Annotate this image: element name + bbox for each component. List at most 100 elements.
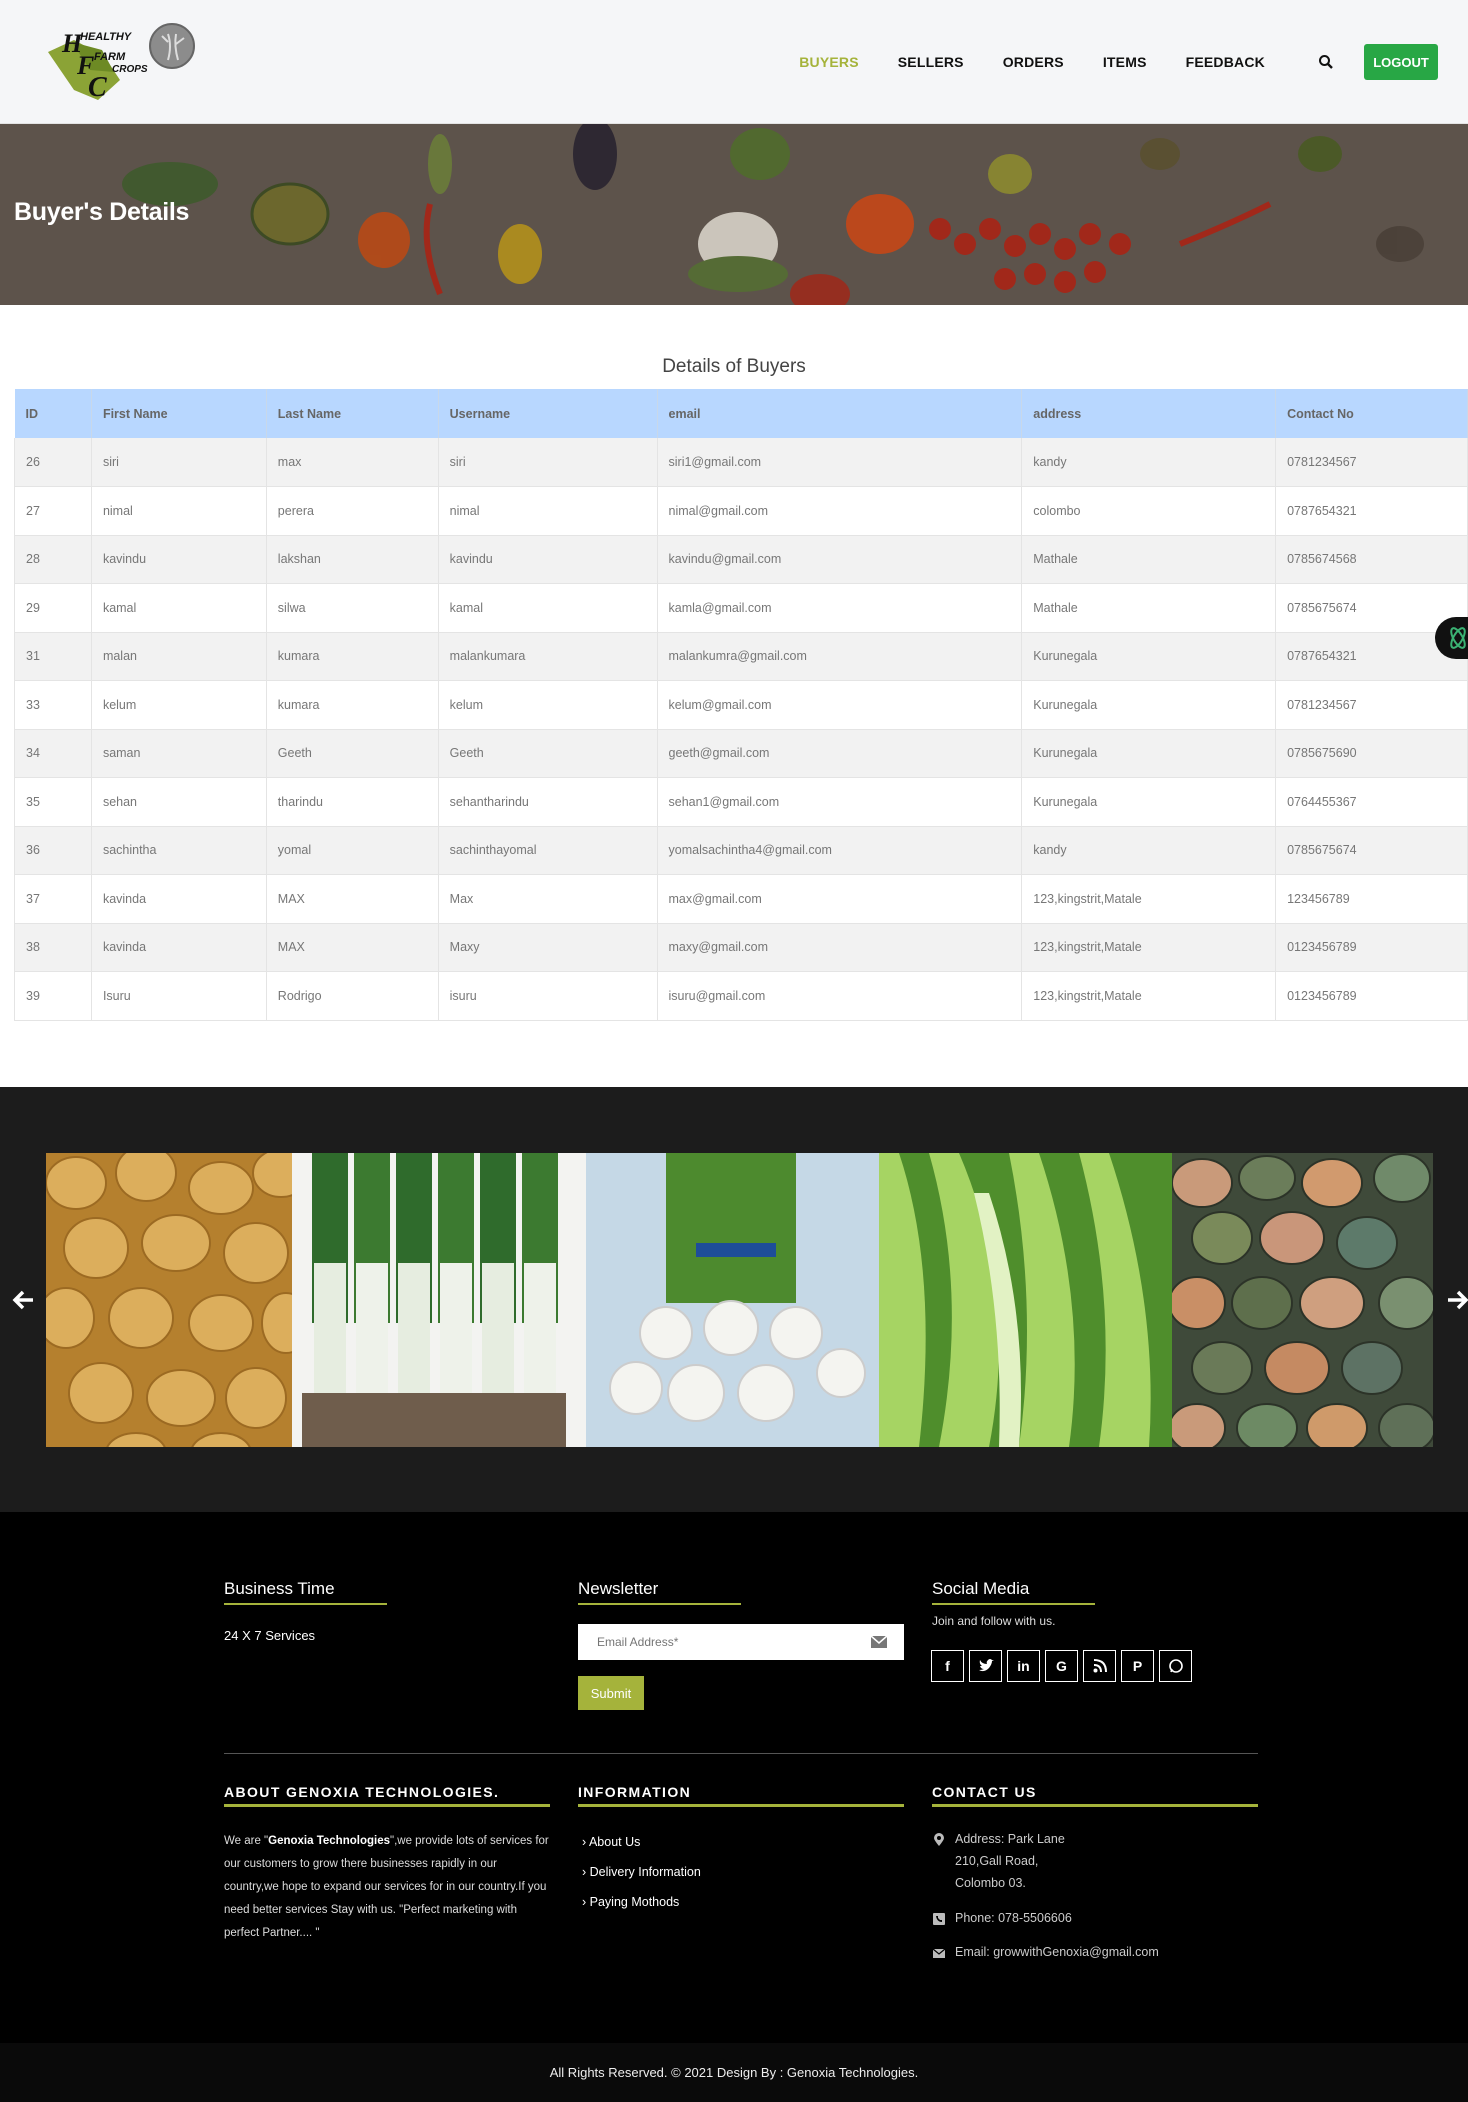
table-cell: kavinda (91, 923, 267, 972)
carousel-prev-arrow-icon[interactable] (11, 1288, 35, 1312)
table-cell: colombo (1021, 486, 1277, 536)
table-cell: kamal (438, 583, 658, 633)
social-media-heading: Social Media (932, 1579, 1030, 1598)
table-row: 39 Isuru Rodrigo isuru isuru@gmail.com 123,ki… (14, 971, 1468, 1021)
table-cell: Mathale (1021, 583, 1277, 633)
table-row: 27 nimal perera nimal nimal@gmail.com colombo… (14, 486, 1468, 536)
table-cell: kamal (91, 583, 267, 633)
nav-orders[interactable]: ORDERS (1003, 54, 1064, 70)
table-cell: 0781234567 (1275, 438, 1468, 487)
linkedin-icon[interactable]: in (1007, 1650, 1040, 1682)
table-cell: kandy (1021, 826, 1277, 875)
table-cell: 37 (14, 874, 92, 924)
slide-lettuce[interactable] (879, 1153, 1172, 1447)
contact-address: Address: Park Lane 210,Gall Road, Colomb… (955, 1832, 1065, 1890)
table-cell: kandy (1021, 438, 1277, 487)
table-cell: max@gmail.com (657, 874, 1023, 924)
heading-underline (224, 1603, 387, 1605)
table-cell: max (266, 438, 439, 487)
table-cell: siri (438, 438, 658, 487)
logout-button[interactable]: LOGOUT (1364, 44, 1438, 80)
slide-turnips[interactable] (586, 1153, 879, 1447)
nav-buyers[interactable]: BUYERS (799, 54, 859, 70)
link-paying-methods[interactable]: › Paying Mothods (582, 1895, 679, 1909)
table-cell: Isuru (91, 971, 267, 1021)
nav-sellers[interactable]: SELLERS (898, 54, 964, 70)
facebook-icon[interactable]: f (931, 1650, 964, 1682)
table-cell: lakshan (266, 535, 439, 584)
newsletter-heading: Newsletter (578, 1579, 659, 1598)
table-cell: 38 (14, 923, 92, 972)
slide-leeks[interactable] (292, 1153, 586, 1447)
table-row: 35 sehan tharindu sehantharindu sehan1@gmail… (14, 777, 1468, 827)
google-plus-icon[interactable]: G (1045, 1650, 1078, 1682)
table-cell: malankumara (438, 632, 658, 681)
rss-icon[interactable] (1083, 1650, 1116, 1682)
nav-items[interactable]: ITEMS (1103, 54, 1147, 70)
table-cell: Kurunegala (1021, 632, 1277, 681)
carousel-slides (46, 1153, 1436, 1447)
search-icon[interactable] (1318, 54, 1334, 70)
heading-underline (224, 1804, 550, 1807)
heading-underline (578, 1603, 741, 1605)
table-cell: 0785675690 (1275, 729, 1468, 778)
table-row: 38 kavinda MAX Maxy maxy@gmail.com 123,kingst… (14, 923, 1468, 972)
table-cell: Maxy (438, 923, 658, 972)
svg-text:FARM: FARM (94, 51, 126, 63)
table-cell: 0764455367 (1275, 777, 1468, 827)
table-cell: kavindu (91, 535, 267, 584)
table-cell: saman (91, 729, 267, 778)
carousel-next-arrow-icon[interactable] (1446, 1288, 1468, 1312)
social-media-text: Join and follow with us. (932, 1614, 1056, 1628)
heading-underline (578, 1804, 904, 1807)
business-time-text: 24 X 7 Services (224, 1628, 316, 1643)
column-header: email (657, 389, 1023, 438)
site-logo[interactable]: H F C HEALTHY FARM CROPS (44, 20, 200, 104)
table-row: 26 siri max siri siri1@gmail.com kandy 0781234… (14, 438, 1468, 487)
table-row: 37 kavinda MAX Max max@gmail.com 123,kingstri… (14, 874, 1468, 924)
link-delivery-information[interactable]: › Delivery Information (582, 1865, 701, 1879)
column-header: First Name (91, 389, 267, 438)
heading-underline (932, 1603, 1095, 1605)
table-cell: nimal (438, 486, 658, 536)
phone-icon (933, 1913, 945, 1925)
svg-text:C: C (88, 72, 107, 103)
table-cell: kamla@gmail.com (657, 583, 1023, 633)
slide-pumpkins[interactable] (1172, 1153, 1433, 1447)
table-cell: 29 (14, 583, 92, 633)
table-cell: 26 (14, 438, 92, 487)
whatsapp-icon[interactable] (1159, 1650, 1192, 1682)
table-cell: 35 (14, 777, 92, 827)
table-cell: 31 (14, 632, 92, 681)
table-cell: 123,kingstrit,Matale (1021, 971, 1277, 1021)
link-about-us[interactable]: › About Us (582, 1835, 640, 1849)
table-cell: 0123456789 (1275, 971, 1468, 1021)
nav-feedback[interactable]: FEEDBACK (1186, 54, 1265, 70)
main-nav: BUYERS SELLERS ORDERS ITEMS FEEDBACK LOG… (799, 42, 1468, 82)
svg-text:HEALTHY: HEALTHY (80, 31, 133, 43)
table-row: 28 kavindu lakshan kavindu kavindu@gmail.com… (14, 535, 1468, 584)
envelope-icon (932, 1948, 946, 1958)
table-cell: 27 (14, 486, 92, 536)
table-cell: MAX (266, 874, 439, 924)
table-caption: Details of Buyers (662, 356, 806, 377)
heading-underline (932, 1804, 1258, 1807)
newsletter-email-input[interactable] (578, 1624, 904, 1660)
table-cell: malan (91, 632, 267, 681)
pinterest-icon[interactable]: P (1121, 1650, 1154, 1682)
table-cell: 0787654321 (1275, 486, 1468, 536)
newsletter-submit-button[interactable]: Submit (578, 1676, 644, 1710)
table-cell: sachintha (91, 826, 267, 875)
slide-potatoes[interactable] (46, 1153, 292, 1447)
table-row: 34 saman Geeth Geeth geeth@gmail.com Kurunega… (14, 729, 1468, 778)
table-cell: kavinda (91, 874, 267, 924)
twitter-icon[interactable] (969, 1650, 1002, 1682)
table-cell: kelum (438, 680, 658, 730)
buyers-table: ID First Name Last Name Username email addres… (14, 389, 1468, 1021)
atom-icon (1450, 627, 1466, 649)
table-cell: isuru (438, 971, 658, 1021)
table-cell: 39 (14, 971, 92, 1021)
table-row: 31 malan kumara malankumara malankumra@gmail… (14, 632, 1468, 681)
table-cell: isuru@gmail.com (657, 971, 1023, 1021)
table-cell: maxy@gmail.com (657, 923, 1023, 972)
